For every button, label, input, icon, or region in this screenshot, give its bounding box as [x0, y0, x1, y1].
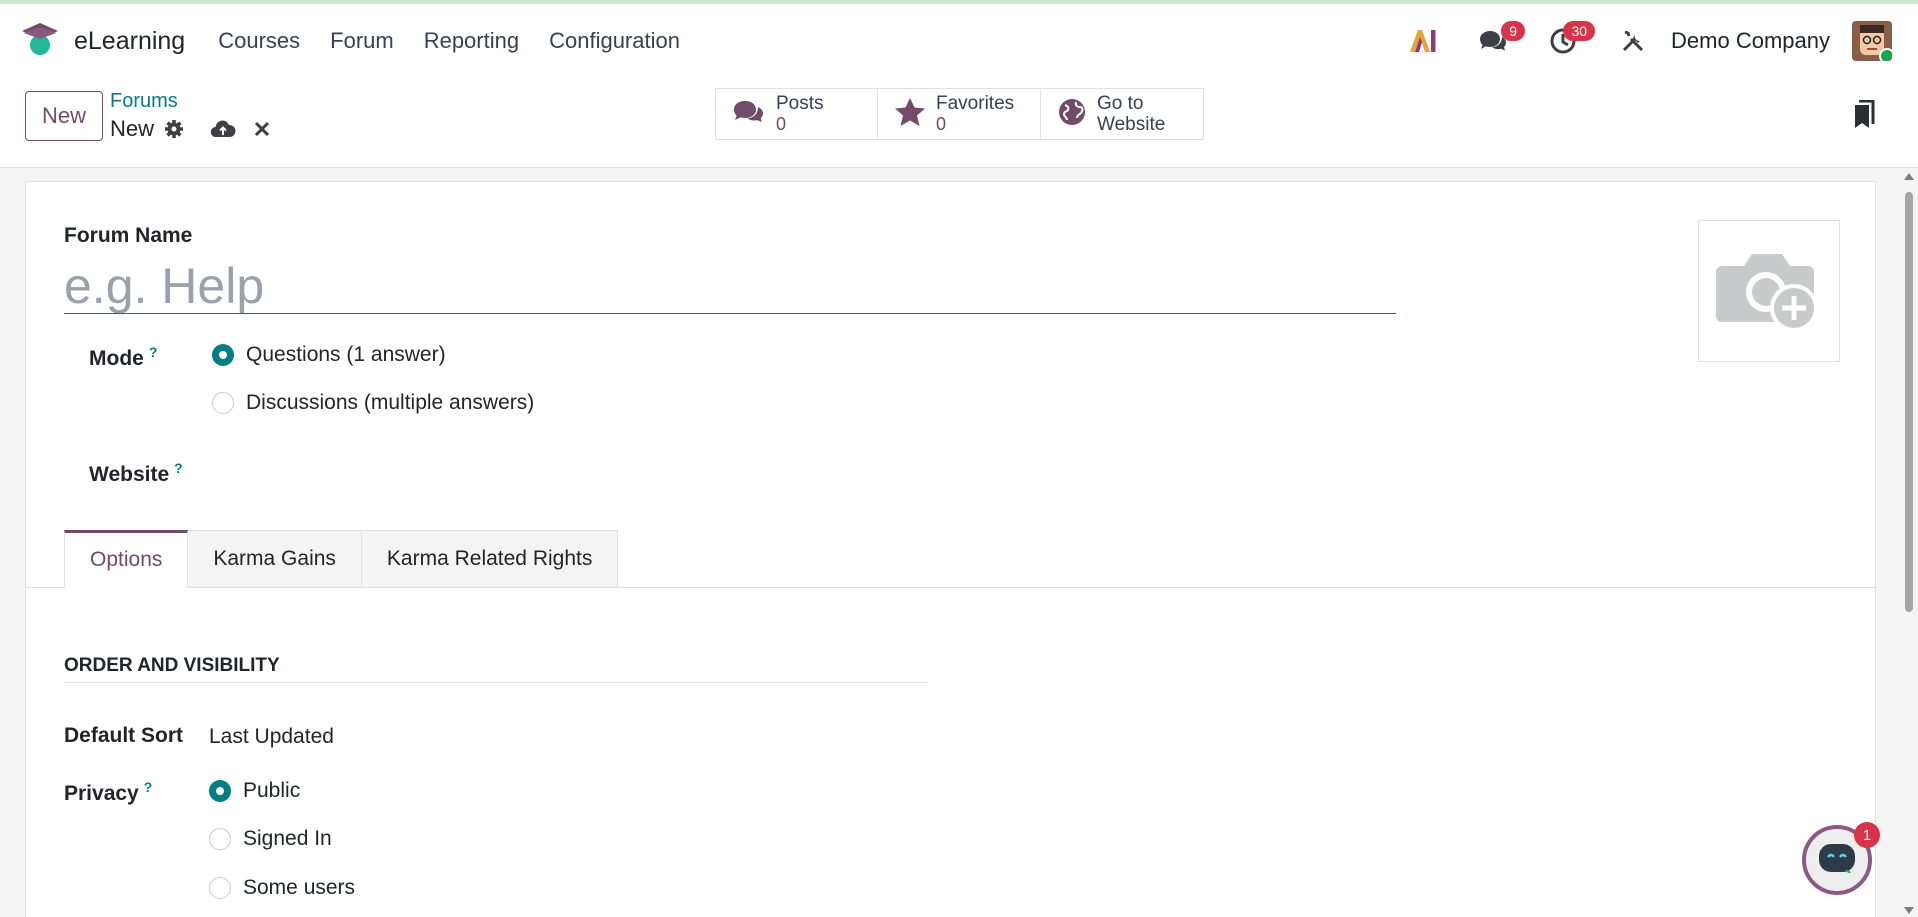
posts-smart-button[interactable]: Posts 0: [715, 88, 878, 140]
favorites-count: 0: [936, 114, 947, 134]
privacy-help-tooltip[interactable]: ?: [144, 779, 153, 795]
menu-courses[interactable]: Courses: [218, 28, 300, 54]
favorites-smart-button[interactable]: Favorites 0: [878, 88, 1041, 140]
main-navbar: eLearning Courses Forum Reporting Config…: [0, 4, 1918, 78]
menu-reporting[interactable]: Reporting: [424, 28, 519, 54]
mode-option-questions-label: Questions (1 answer): [246, 343, 446, 366]
comments-icon: [732, 98, 766, 131]
website-stat: Go to Website: [1097, 93, 1165, 135]
website-label-text: Website: [89, 463, 170, 486]
form-view-area: Forum Name Mode? Questions (1 answer) Di…: [0, 168, 1918, 917]
elearning-logo-icon: [20, 21, 60, 62]
vertical-scrollbar[interactable]: [1903, 172, 1915, 917]
mode-label-text: Mode: [89, 347, 144, 370]
forum-image-upload[interactable]: [1698, 220, 1840, 362]
activities-clock-icon[interactable]: 30: [1543, 21, 1596, 61]
save-cloud-icon[interactable]: [210, 119, 236, 139]
forum-name-label: Forum Name: [64, 224, 193, 247]
app-brand[interactable]: eLearning: [20, 21, 185, 62]
privacy-label-text: Privacy: [64, 782, 139, 805]
messages-icon[interactable]: 9: [1473, 21, 1526, 61]
go-to-website-smart-button[interactable]: Go to Website: [1041, 88, 1204, 140]
tab-karma-related-rights[interactable]: Karma Related Rights: [361, 530, 619, 588]
default-sort-field[interactable]: Last Updated: [209, 725, 334, 749]
new-button[interactable]: New: [25, 91, 103, 141]
posts-stat: Posts 0: [776, 93, 824, 135]
record-title: New: [110, 116, 270, 142]
privacy-option-public-label: Public: [243, 779, 301, 802]
posts-count: 0: [776, 114, 787, 134]
mode-option-discussions-label: Discussions (multiple answers): [246, 391, 535, 414]
control-panel: New Forums New Posts 0 Favorites 0 Go to…: [0, 78, 1918, 168]
scroll-down-arrow-icon[interactable]: [1903, 905, 1915, 915]
privacy-option-some-users[interactable]: Some users: [209, 876, 355, 900]
privacy-radio-signed-in[interactable]: [209, 828, 231, 850]
breadcrumb-forums[interactable]: Forums: [110, 90, 178, 113]
bot-face-icon: [1815, 838, 1859, 883]
go-to-label: Go to: [1097, 93, 1144, 114]
scroll-up-arrow-icon[interactable]: [1903, 172, 1915, 182]
privacy-label: Privacy?: [64, 779, 152, 806]
chat-notification-badge: 1: [1854, 822, 1880, 848]
debug-tools-icon[interactable]: [1613, 21, 1653, 61]
privacy-option-signed-in[interactable]: Signed In: [209, 827, 332, 851]
mode-option-questions[interactable]: Questions (1 answer): [212, 343, 446, 367]
bookmark-icon[interactable]: [1852, 99, 1876, 135]
top-menu: Courses Forum Reporting Configuration: [203, 28, 695, 54]
camera-add-icon: [1714, 244, 1824, 339]
privacy-option-public[interactable]: Public: [209, 779, 300, 803]
smart-buttons: Posts 0 Favorites 0 Go to Website: [715, 88, 1204, 140]
navbar-systray: 9 30 Demo Company: [1403, 4, 1918, 78]
company-switcher[interactable]: Demo Company: [1671, 28, 1830, 54]
messages-count-badge: 9: [1501, 21, 1526, 41]
website-label: Website?: [89, 460, 183, 487]
notebook-tabs: Options Karma Gains Karma Related Rights: [64, 530, 619, 588]
favorites-stat: Favorites 0: [936, 93, 1014, 135]
gear-icon[interactable]: [164, 119, 184, 139]
favorites-label: Favorites: [936, 93, 1015, 114]
activities-count-badge: 30: [1563, 21, 1596, 41]
menu-forum[interactable]: Forum: [330, 28, 394, 54]
privacy-radio-public[interactable]: [209, 780, 231, 802]
user-avatar[interactable]: [1852, 21, 1892, 61]
scrollbar-thumb[interactable]: [1905, 192, 1913, 612]
tab-karma-gains[interactable]: Karma Gains: [188, 530, 362, 588]
forum-name-input[interactable]: [64, 258, 1396, 314]
website-field[interactable]: [212, 452, 812, 492]
form-sheet: Forum Name Mode? Questions (1 answer) Di…: [25, 181, 1876, 917]
website-label: Website: [1097, 114, 1166, 135]
privacy-option-some-users-label: Some users: [243, 876, 356, 899]
section-divider: [64, 682, 928, 683]
privacy-option-signed-in-label: Signed In: [243, 827, 332, 850]
mode-radio-questions[interactable]: [212, 344, 234, 366]
online-status-dot: [1879, 48, 1892, 61]
default-sort-label: Default Sort: [64, 724, 184, 747]
record-name: New: [110, 116, 155, 141]
mode-option-discussions[interactable]: Discussions (multiple answers): [212, 391, 534, 415]
star-icon: [894, 97, 926, 132]
order-visibility-heading: ORDER AND VISIBILITY: [64, 655, 280, 676]
discard-close-icon[interactable]: [254, 121, 270, 137]
privacy-radio-some-users[interactable]: [209, 877, 231, 899]
tab-options[interactable]: Options: [64, 530, 189, 588]
posts-label: Posts: [776, 93, 824, 114]
mode-label: Mode?: [89, 344, 157, 371]
mode-help-tooltip[interactable]: ?: [149, 344, 158, 360]
menu-configuration[interactable]: Configuration: [549, 28, 680, 54]
website-help-tooltip[interactable]: ?: [174, 460, 183, 476]
mode-radio-discussions[interactable]: [212, 392, 234, 414]
app-name: eLearning: [74, 26, 186, 55]
globe-icon: [1057, 97, 1087, 132]
ai-icon[interactable]: [1403, 21, 1443, 61]
